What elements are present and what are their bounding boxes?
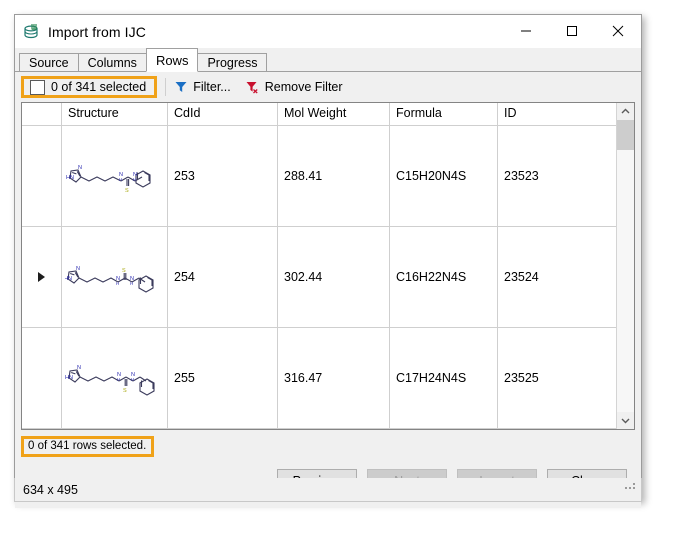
row-selector-cell[interactable] (22, 126, 62, 226)
column-header-id[interactable]: ID (498, 103, 616, 125)
close-icon[interactable] (595, 15, 641, 47)
tab-rows[interactable]: Rows (146, 48, 199, 72)
filter-button[interactable]: Filter... (174, 80, 231, 94)
mol-weight-cell: 288.41 (278, 126, 390, 226)
svg-text:H: H (117, 377, 120, 382)
cdid-cell: 254 (168, 227, 278, 327)
structure-cell: HN N N H N H S (62, 328, 168, 428)
row-selector-cell[interactable] (22, 328, 62, 428)
cdid-cell: 253 (168, 126, 278, 226)
selection-highlight-box: 0 of 341 selected (21, 76, 157, 98)
scrollbar-thumb[interactable] (617, 120, 634, 150)
grid-header-row: Structure CdId Mol Weight Formula ID (22, 103, 616, 126)
svg-text:N: N (76, 266, 80, 272)
svg-text:HN: HN (65, 375, 73, 381)
mol-weight-cell: 316.47 (278, 328, 390, 428)
formula-cell: C15H20N4S (390, 126, 498, 226)
import-dialog-window: Import from IJC Source Columns Rows Prog… (14, 14, 642, 501)
database-icon (23, 23, 41, 41)
svg-text:H: H (116, 281, 119, 286)
id-cell: 23525 (498, 328, 616, 428)
svg-text:H: H (133, 177, 136, 182)
column-header-formula[interactable]: Formula (390, 103, 498, 125)
table-row[interactable]: HN N N H N H S 255 316.47 C17H24N4S (22, 328, 616, 429)
remove-filter-icon (245, 80, 265, 94)
column-header-selector[interactable] (22, 103, 62, 125)
tab-columns[interactable]: Columns (78, 53, 147, 71)
svg-text:H: H (130, 281, 133, 286)
formula-cell: C17H24N4S (390, 328, 498, 428)
rows-data-grid: Structure CdId Mol Weight Formula ID (21, 102, 635, 430)
grid-content: Structure CdId Mol Weight Formula ID (22, 103, 616, 429)
scroll-up-icon[interactable] (617, 103, 634, 120)
scrollbar-track[interactable] (617, 120, 634, 412)
svg-text:N: N (78, 165, 82, 171)
rows-toolbar: 0 of 341 selected Filter... Re (15, 72, 641, 102)
window-title: Import from IJC (48, 24, 146, 40)
remove-filter-label: Remove Filter (265, 80, 343, 94)
window-controls (503, 15, 641, 47)
id-cell: 23524 (498, 227, 616, 327)
scroll-down-icon[interactable] (617, 412, 634, 429)
structure-thiourea-imidazole-phenyl: HN N N H N H S (65, 147, 165, 205)
remove-filter-button[interactable]: Remove Filter (245, 80, 343, 94)
tab-progress[interactable]: Progress (197, 53, 267, 71)
toolbar-separator (165, 78, 166, 96)
table-row[interactable]: HN N N H N H S 254 302.44 C16H22N4S (22, 227, 616, 328)
structure-cell: HN N N H N H S (62, 227, 168, 327)
svg-text:H: H (119, 177, 122, 182)
vertical-scrollbar[interactable] (616, 103, 634, 429)
tab-source[interactable]: Source (19, 53, 79, 71)
tab-strip: Source Columns Rows Progress (15, 48, 641, 72)
svg-text:HN: HN (66, 175, 74, 181)
column-header-cdid[interactable]: CdId (168, 103, 278, 125)
svg-text:S: S (123, 388, 127, 394)
maximize-button[interactable] (549, 15, 595, 47)
select-all-checkbox[interactable] (30, 80, 45, 95)
mol-weight-cell: 302.44 (278, 227, 390, 327)
outer-status-bar: 634 x 495 (14, 478, 642, 502)
structure-thiourea-imidazole-phenethyl: HN N N H N H S (65, 349, 165, 407)
id-cell: 23523 (498, 126, 616, 226)
current-row-arrow-icon (38, 272, 45, 282)
row-selector-cell[interactable] (22, 227, 62, 327)
cdid-cell: 255 (168, 328, 278, 428)
svg-text:S: S (125, 188, 129, 194)
status-area: 0 of 341 rows selected. (15, 430, 641, 454)
filter-label: Filter... (193, 80, 231, 94)
window-size-label: 634 x 495 (23, 483, 78, 497)
svg-text:N: N (77, 365, 81, 371)
structure-thiourea-imidazole-benzyl: HN N N H N H S (65, 248, 165, 306)
column-header-mol-weight[interactable]: Mol Weight (278, 103, 390, 125)
rows-tab-panel: 0 of 341 selected Filter... Re (15, 72, 641, 508)
title-bar: Import from IJC (15, 15, 641, 48)
formula-cell: C16H22N4S (390, 227, 498, 327)
filter-icon (174, 80, 193, 94)
svg-text:S: S (122, 268, 126, 274)
minimize-button[interactable] (503, 15, 549, 47)
structure-cell: HN N N H N H S (62, 126, 168, 226)
table-row[interactable]: HN N N H N H S 253 288.41 C15H20N4S (22, 126, 616, 227)
selection-count-label: 0 of 341 selected (51, 80, 146, 94)
grid-scroll-area: Structure CdId Mol Weight Formula ID (22, 103, 634, 429)
resize-grip[interactable] (625, 480, 637, 498)
column-header-structure[interactable]: Structure (62, 103, 168, 125)
svg-text:HN: HN (65, 276, 72, 282)
svg-text:H: H (131, 377, 134, 382)
